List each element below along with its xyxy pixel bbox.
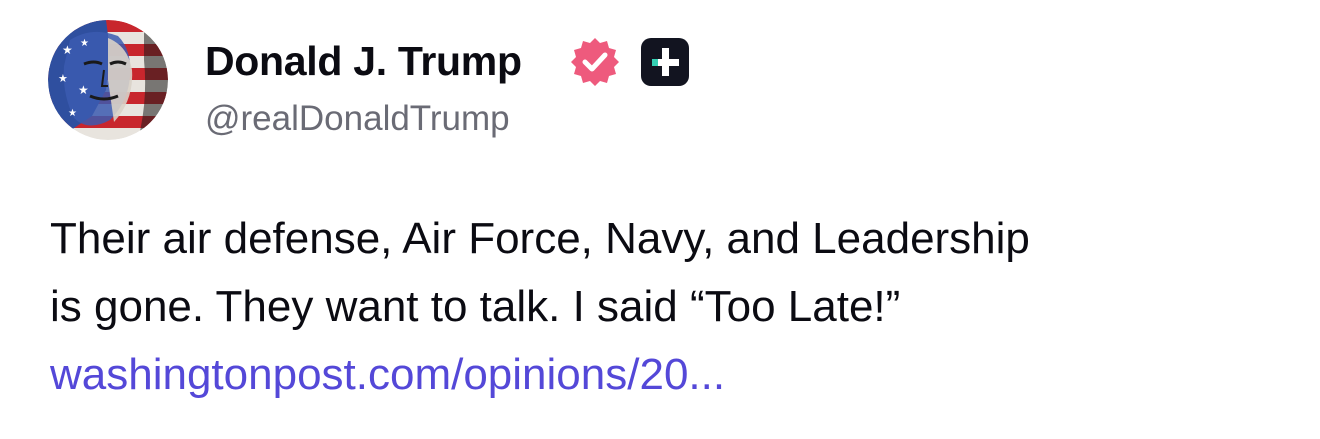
post-card: ★ ★ ★ ★ ★ Donald J. Trump @realDonaldTru… [0,0,1320,439]
svg-text:★: ★ [78,83,89,97]
profile-avatar[interactable]: ★ ★ ★ ★ ★ [48,20,168,140]
author-handle[interactable]: @realDonaldTrump [205,99,510,139]
plus-icon[interactable] [640,37,690,87]
svg-text:★: ★ [68,108,77,119]
post-text-line: is gone. They want to talk. I said “Too … [50,282,901,331]
svg-text:★: ★ [62,43,73,57]
avatar-image: ★ ★ ★ ★ ★ [48,20,168,140]
verified-check-icon [569,36,621,88]
svg-text:★: ★ [80,38,89,49]
svg-text:★: ★ [58,72,68,85]
post-text-line: Their air defense, Air Force, Navy, and … [50,214,1030,263]
post-body: Their air defense, Air Force, Navy, and … [50,205,1290,341]
post-link[interactable]: washingtonpost.com/opinions/20... [50,341,725,409]
author-display-name[interactable]: Donald J. Trump [205,38,522,84]
